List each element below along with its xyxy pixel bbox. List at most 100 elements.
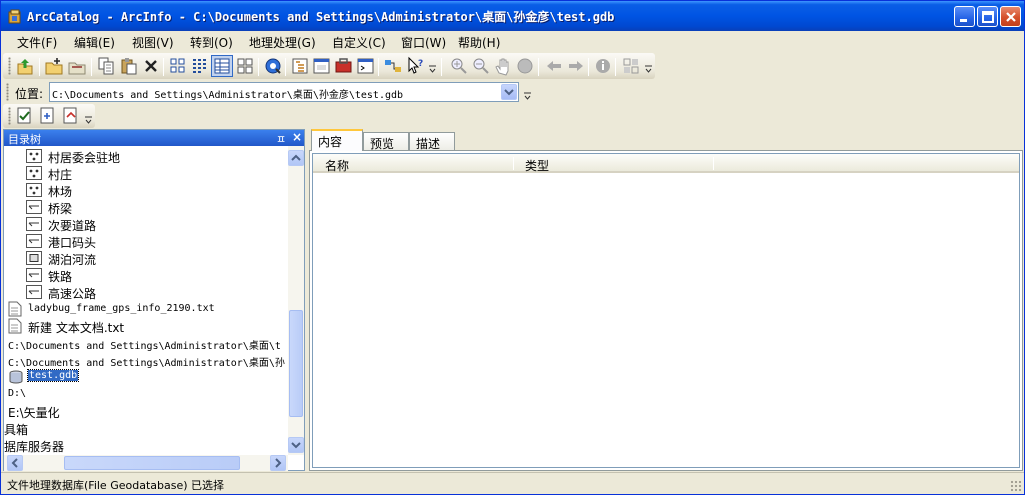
tab-description[interactable]: 描述 bbox=[409, 132, 455, 151]
pin-icon[interactable]: ㅍ bbox=[276, 131, 286, 147]
launch-arcmap-icon[interactable] bbox=[263, 56, 283, 76]
arctoolbox-icon[interactable] bbox=[334, 56, 354, 76]
location-combo[interactable]: C:\Documents and Settings\Administrator\… bbox=[49, 82, 519, 102]
menu-help[interactable]: 帮助(H) bbox=[458, 34, 500, 51]
menu-bar: 文件(F) 编辑(E) 视图(V) 转到(O) 地理处理(G) 自定义(C) 窗… bbox=[1, 31, 1024, 52]
minimize-icon bbox=[960, 19, 967, 22]
chevron-down-icon bbox=[291, 442, 301, 449]
whats-this-icon[interactable]: ? bbox=[405, 56, 425, 76]
scroll-thumb[interactable] bbox=[289, 310, 303, 417]
up-one-level-icon[interactable] bbox=[15, 56, 35, 76]
connect-folder-icon[interactable] bbox=[44, 56, 64, 76]
export-metadata-icon[interactable] bbox=[61, 106, 81, 126]
arccatalog-window: ArcCatalog - ArcInfo - C:\Documents and … bbox=[0, 0, 1025, 495]
import-metadata-icon[interactable] bbox=[38, 106, 58, 126]
chevron-left-icon bbox=[11, 458, 18, 468]
tree-horizontal-scrollbar[interactable] bbox=[4, 455, 288, 471]
paste-icon[interactable] bbox=[119, 56, 139, 76]
catalog-tree[interactable]: 村居委会驻地 村庄 林场 桥梁 次要道路 港口码头 湖泊河流 铁路 高速公路 l… bbox=[4, 146, 288, 455]
tree-vertical-scrollbar[interactable] bbox=[288, 146, 304, 455]
catalog-tree-title: 目录树 bbox=[8, 133, 41, 146]
standard-toolbar: ? bbox=[1, 52, 1024, 80]
details-view-icon bbox=[214, 58, 230, 74]
minimize-button[interactable] bbox=[954, 6, 975, 27]
menu-geoprocessing[interactable]: 地理处理(G) bbox=[249, 34, 316, 51]
close-icon bbox=[1006, 12, 1016, 22]
line-feature-icon bbox=[26, 268, 42, 282]
close-icon[interactable]: × bbox=[292, 130, 302, 144]
search-window-icon[interactable] bbox=[312, 56, 332, 76]
full-extent-icon[interactable] bbox=[515, 56, 535, 76]
menu-edit[interactable]: 编辑(E) bbox=[74, 34, 115, 51]
tab-contents[interactable]: 内容 bbox=[311, 129, 363, 151]
forward-icon[interactable] bbox=[566, 56, 586, 76]
scroll-right-button[interactable] bbox=[270, 455, 286, 471]
point-feature-icon bbox=[26, 183, 42, 197]
create-thumbnail-icon[interactable] bbox=[621, 56, 641, 76]
toolbar-options-chevron-icon[interactable] bbox=[84, 113, 93, 125]
line-feature-icon bbox=[26, 234, 42, 248]
scroll-up-button[interactable] bbox=[288, 150, 304, 166]
maximize-icon bbox=[982, 11, 994, 23]
location-toolbar: 位置: C:\Documents and Settings\Administra… bbox=[1, 80, 1024, 104]
metadata-toolbar bbox=[1, 104, 1024, 128]
column-header-name[interactable]: 名称 bbox=[325, 157, 349, 174]
model-builder-icon[interactable] bbox=[383, 56, 403, 76]
scroll-down-button[interactable] bbox=[288, 437, 304, 453]
delete-icon[interactable] bbox=[141, 56, 161, 76]
maximize-button[interactable] bbox=[977, 6, 998, 27]
toolbar-grip[interactable] bbox=[8, 57, 11, 75]
catalog-tree-panel: 目录树 ㅍ × 村居委会驻地 村庄 林场 桥梁 次要道路 港口码头 湖泊河流 铁… bbox=[3, 129, 305, 471]
disconnect-folder-icon[interactable] bbox=[67, 56, 87, 76]
arccatalog-app-icon bbox=[8, 9, 21, 24]
status-bar: 文件地理数据库(File Geodatabase) 已选择 bbox=[1, 472, 1024, 494]
toolbar-grip[interactable] bbox=[8, 107, 11, 125]
catalog-tree-icon[interactable] bbox=[290, 56, 310, 76]
menu-file[interactable]: 文件(F) bbox=[17, 34, 57, 51]
zoom-out-icon[interactable] bbox=[471, 56, 491, 76]
back-icon[interactable] bbox=[544, 56, 564, 76]
copy-icon[interactable] bbox=[96, 56, 116, 76]
toolbar-grip[interactable] bbox=[6, 83, 9, 101]
location-label: 位置: bbox=[15, 87, 44, 101]
list-view-icon[interactable] bbox=[190, 56, 210, 76]
contents-view: 名称 类型 bbox=[309, 150, 1023, 471]
menu-windows[interactable]: 窗口(W) bbox=[401, 34, 446, 51]
tab-preview[interactable]: 预览 bbox=[363, 132, 409, 151]
line-feature-icon bbox=[26, 200, 42, 214]
close-button[interactable] bbox=[1000, 6, 1021, 27]
python-window-icon[interactable] bbox=[356, 56, 376, 76]
zoom-in-icon[interactable] bbox=[449, 56, 469, 76]
text-file-icon bbox=[8, 318, 22, 334]
window-title: ArcCatalog - ArcInfo - C:\Documents and … bbox=[27, 10, 615, 24]
identify-icon[interactable] bbox=[593, 56, 613, 76]
details-view-button[interactable] bbox=[211, 55, 233, 77]
location-value[interactable]: C:\Documents and Settings\Administrator\… bbox=[52, 86, 403, 101]
line-feature-icon bbox=[26, 217, 42, 231]
large-icons-view-icon[interactable] bbox=[168, 56, 188, 76]
scroll-thumb[interactable] bbox=[64, 456, 240, 470]
geodatabase-icon bbox=[9, 370, 23, 384]
toolbar-options-chevron-icon[interactable] bbox=[428, 62, 437, 74]
chevron-up-icon bbox=[291, 154, 301, 161]
location-dropdown-button[interactable] bbox=[501, 84, 517, 100]
menu-customize[interactable]: 自定义(C) bbox=[332, 34, 386, 51]
catalog-tree-header: 目录树 ㅍ × bbox=[4, 130, 304, 146]
contents-list[interactable]: 名称 类型 bbox=[312, 153, 1020, 468]
thumbnails-view-icon[interactable] bbox=[235, 56, 255, 76]
edit-metadata-icon[interactable] bbox=[15, 106, 35, 126]
scroll-left-button[interactable] bbox=[7, 455, 23, 471]
menu-view[interactable]: 视图(V) bbox=[132, 34, 174, 51]
column-header-row: 名称 类型 bbox=[313, 154, 1019, 173]
chevron-down-icon bbox=[504, 89, 514, 96]
text-file-icon bbox=[8, 301, 22, 317]
title-bar[interactable]: ArcCatalog - ArcInfo - C:\Documents and … bbox=[1, 1, 1024, 31]
column-header-type[interactable]: 类型 bbox=[525, 157, 549, 174]
toolbar-options-chevron-icon[interactable] bbox=[523, 89, 532, 101]
pan-icon[interactable] bbox=[493, 56, 513, 76]
resize-grip[interactable] bbox=[1010, 480, 1022, 492]
svg-text:?: ? bbox=[418, 59, 423, 69]
point-feature-icon bbox=[26, 166, 42, 180]
toolbar-options-chevron-icon[interactable] bbox=[644, 62, 653, 74]
menu-go[interactable]: 转到(O) bbox=[190, 34, 233, 51]
